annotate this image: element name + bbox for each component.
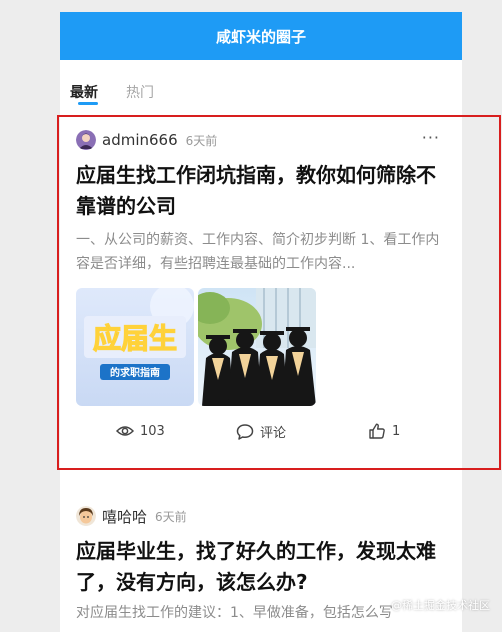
views-button[interactable]: 103 xyxy=(116,422,165,440)
author-name[interactable]: admin666 xyxy=(102,131,178,149)
tab-bar: 最新 热门 xyxy=(60,60,462,116)
thumbnail-image[interactable] xyxy=(198,288,316,406)
post-actions: 103 评论 1 xyxy=(60,422,462,446)
avatar[interactable] xyxy=(76,130,96,150)
comment-button[interactable]: 评论 xyxy=(236,422,286,441)
more-dots-icon[interactable]: ··· xyxy=(422,128,440,147)
post-time: 6天前 xyxy=(155,509,187,524)
thumbnail-text-sub: 的求职指南 xyxy=(110,366,160,379)
thumb-up-icon xyxy=(369,423,385,439)
tab-latest[interactable]: 最新 xyxy=(70,82,98,102)
comment-icon xyxy=(236,423,254,440)
avatar[interactable] xyxy=(76,506,96,526)
author-name[interactable]: 嘻哈哈 xyxy=(102,506,147,527)
eye-icon xyxy=(116,426,134,436)
watermark: @稀土掘金技术社区 xyxy=(391,599,490,612)
post-title[interactable]: 应届毕业生，找了好久的工作，发现太难了，没有方向，该怎么办? xyxy=(76,536,450,598)
thumbnail-row: 应届生 的求职指南 xyxy=(76,288,316,406)
author-row: admin666 6天前 xyxy=(76,128,217,152)
comment-label: 评论 xyxy=(260,426,287,441)
post-excerpt: 一、从公司的薪资、工作内容、简介初步判断 1、看工作内容是否详细，有些招聘连最基… xyxy=(76,232,440,272)
likes-count: 1 xyxy=(392,423,401,439)
thumbnail-text-main: 应届生 xyxy=(93,322,177,355)
tab-hot[interactable]: 热门 xyxy=(126,82,154,102)
post-card[interactable]: admin666 6天前 ··· 应届生找工作闭坑指南，教你如何筛除不靠谱的公司… xyxy=(60,116,462,460)
page-title: 咸虾米的圈子 xyxy=(215,27,306,46)
active-tab-indicator xyxy=(78,102,98,105)
post-time: 6天前 xyxy=(185,133,218,148)
app-header: 咸虾米的圈子 xyxy=(60,12,462,60)
like-button[interactable]: 1 xyxy=(368,422,400,440)
author-row: 嘻哈哈 6天前 xyxy=(76,504,187,528)
thumbnail-image[interactable]: 应届生 的求职指南 xyxy=(76,288,194,406)
post-title[interactable]: 应届生找工作闭坑指南，教你如何筛除不靠谱的公司 xyxy=(76,160,450,222)
app-screen: 咸虾米的圈子 最新 热门 admin666 6天前 ··· 应届生找工作闭坑指南… xyxy=(60,12,462,632)
views-count: 103 xyxy=(140,423,165,439)
